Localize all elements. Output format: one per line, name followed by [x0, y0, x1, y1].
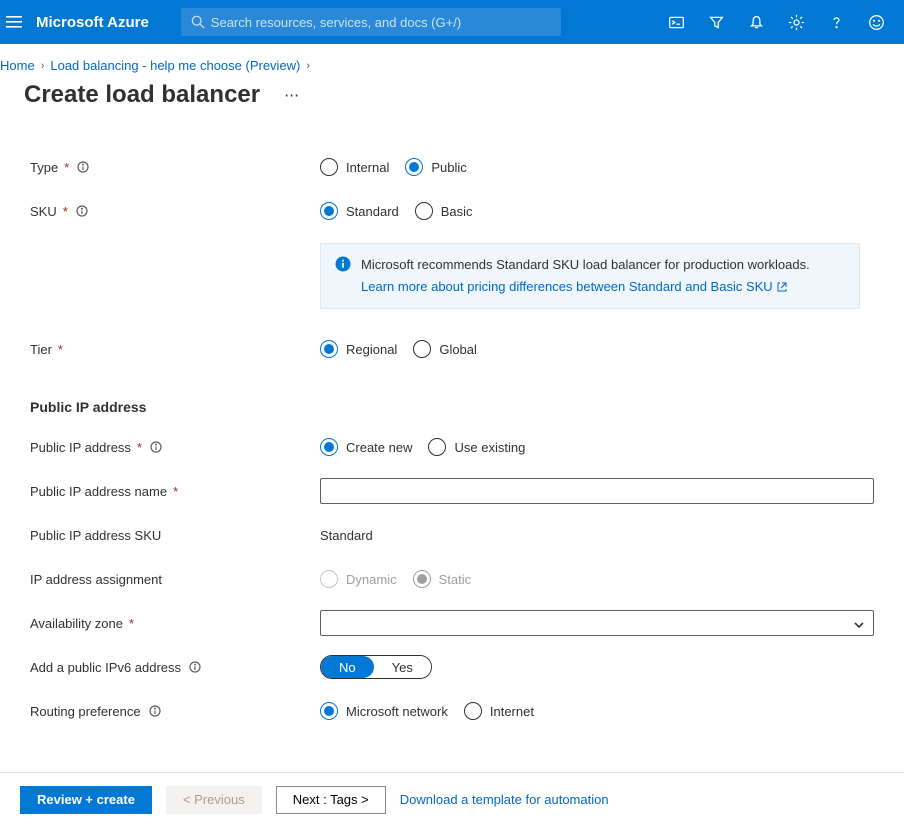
- breadcrumb-lb-help[interactable]: Load balancing - help me choose (Preview…: [50, 58, 300, 73]
- required-marker: *: [64, 160, 69, 175]
- radio-sku-basic[interactable]: Basic: [415, 202, 473, 220]
- wizard-footer: Review + create < Previous Next : Tags >…: [0, 772, 904, 826]
- next-button[interactable]: Next : Tags >: [276, 786, 386, 814]
- topbar-right: [656, 0, 896, 44]
- label-routing: Routing preference: [30, 704, 141, 719]
- info-icon[interactable]: [76, 205, 88, 217]
- section-public-ip: Public IP address: [30, 399, 874, 415]
- form-area: Type * Internal Public SKU * Standard Ba…: [0, 113, 904, 761]
- row-pip-sku: Public IP address SKU Standard: [30, 513, 874, 557]
- required-marker: *: [137, 440, 142, 455]
- radio-type-public[interactable]: Public: [405, 158, 466, 176]
- breadcrumb-home[interactable]: Home: [0, 58, 35, 73]
- row-routing: Routing preference Microsoft network Int…: [30, 689, 874, 733]
- label-sku: SKU: [30, 204, 57, 219]
- external-link-icon: [777, 282, 787, 292]
- radio-sku-standard[interactable]: Standard: [320, 202, 399, 220]
- help-icon[interactable]: [816, 0, 856, 44]
- row-sku-info: Microsoft recommends Standard SKU load b…: [30, 233, 874, 327]
- toggle-ipv6-no[interactable]: No: [321, 656, 374, 678]
- required-marker: *: [129, 616, 134, 631]
- row-pip: Public IP address * Create new Use exist…: [30, 425, 874, 469]
- radio-ip-static: Static: [413, 570, 472, 588]
- breadcrumb: Home › Load balancing - help me choose (…: [0, 44, 904, 79]
- download-template-link[interactable]: Download a template for automation: [400, 792, 609, 807]
- select-availability-zone[interactable]: [320, 610, 874, 636]
- row-availability-zone: Availability zone *: [30, 601, 874, 645]
- global-search[interactable]: [181, 8, 561, 36]
- label-type: Type: [30, 160, 58, 175]
- radio-pip-create[interactable]: Create new: [320, 438, 412, 456]
- radio-tier-global[interactable]: Global: [413, 340, 477, 358]
- azure-top-bar: Microsoft Azure: [0, 0, 904, 44]
- radio-type-internal[interactable]: Internal: [320, 158, 389, 176]
- info-icon[interactable]: [149, 705, 161, 717]
- search-icon: [191, 15, 205, 29]
- radio-route-internet[interactable]: Internet: [464, 702, 534, 720]
- required-marker: *: [58, 342, 63, 357]
- previous-button: < Previous: [166, 786, 262, 814]
- radio-pip-existing[interactable]: Use existing: [428, 438, 525, 456]
- chevron-right-icon: ›: [41, 60, 45, 72]
- page-title: Create load balancer: [24, 81, 260, 109]
- radio-ip-dynamic: Dynamic: [320, 570, 397, 588]
- feedback-icon[interactable]: [856, 0, 896, 44]
- row-type: Type * Internal Public: [30, 145, 874, 189]
- toggle-ipv6[interactable]: No Yes: [320, 655, 432, 679]
- radio-route-microsoft[interactable]: Microsoft network: [320, 702, 448, 720]
- input-pip-name[interactable]: [320, 478, 874, 504]
- label-availability-zone: Availability zone: [30, 616, 123, 631]
- toggle-ipv6-yes[interactable]: Yes: [374, 656, 431, 678]
- value-pip-sku: Standard: [320, 528, 373, 543]
- sku-info-text: Microsoft recommends Standard SKU load b…: [361, 256, 810, 274]
- info-icon[interactable]: [189, 661, 201, 673]
- settings-icon[interactable]: [776, 0, 816, 44]
- info-icon[interactable]: [77, 161, 89, 173]
- page-title-row: Create load balancer ⋯: [0, 79, 904, 113]
- label-tier: Tier: [30, 342, 52, 357]
- chevron-right-icon: ›: [306, 60, 310, 72]
- row-ipv6: Add a public IPv6 address No Yes: [30, 645, 874, 689]
- search-input[interactable]: [211, 15, 561, 30]
- sku-info-link[interactable]: Learn more about pricing differences bet…: [361, 278, 787, 296]
- row-pip-name: Public IP address name *: [30, 469, 874, 513]
- row-ip-assignment: IP address assignment Dynamic Static: [30, 557, 874, 601]
- required-marker: *: [63, 204, 68, 219]
- label-ipv6: Add a public IPv6 address: [30, 660, 181, 675]
- required-marker: *: [173, 484, 178, 499]
- label-pip: Public IP address: [30, 440, 131, 455]
- notifications-icon[interactable]: [736, 0, 776, 44]
- brand-label[interactable]: Microsoft Azure: [28, 14, 163, 31]
- row-tier: Tier * Regional Global: [30, 327, 874, 371]
- label-pip-sku: Public IP address SKU: [30, 528, 161, 543]
- label-ip-assignment: IP address assignment: [30, 572, 162, 587]
- review-create-button[interactable]: Review + create: [20, 786, 152, 814]
- info-circle-icon: [335, 256, 351, 272]
- more-actions-button[interactable]: ⋯: [276, 82, 307, 108]
- info-icon[interactable]: [150, 441, 162, 453]
- row-sku: SKU * Standard Basic: [30, 189, 874, 233]
- cloud-shell-icon[interactable]: [656, 0, 696, 44]
- sku-info-box: Microsoft recommends Standard SKU load b…: [320, 243, 860, 309]
- hamburger-menu[interactable]: [0, 0, 28, 44]
- radio-tier-regional[interactable]: Regional: [320, 340, 397, 358]
- label-pip-name: Public IP address name: [30, 484, 167, 499]
- directory-filter-icon[interactable]: [696, 0, 736, 44]
